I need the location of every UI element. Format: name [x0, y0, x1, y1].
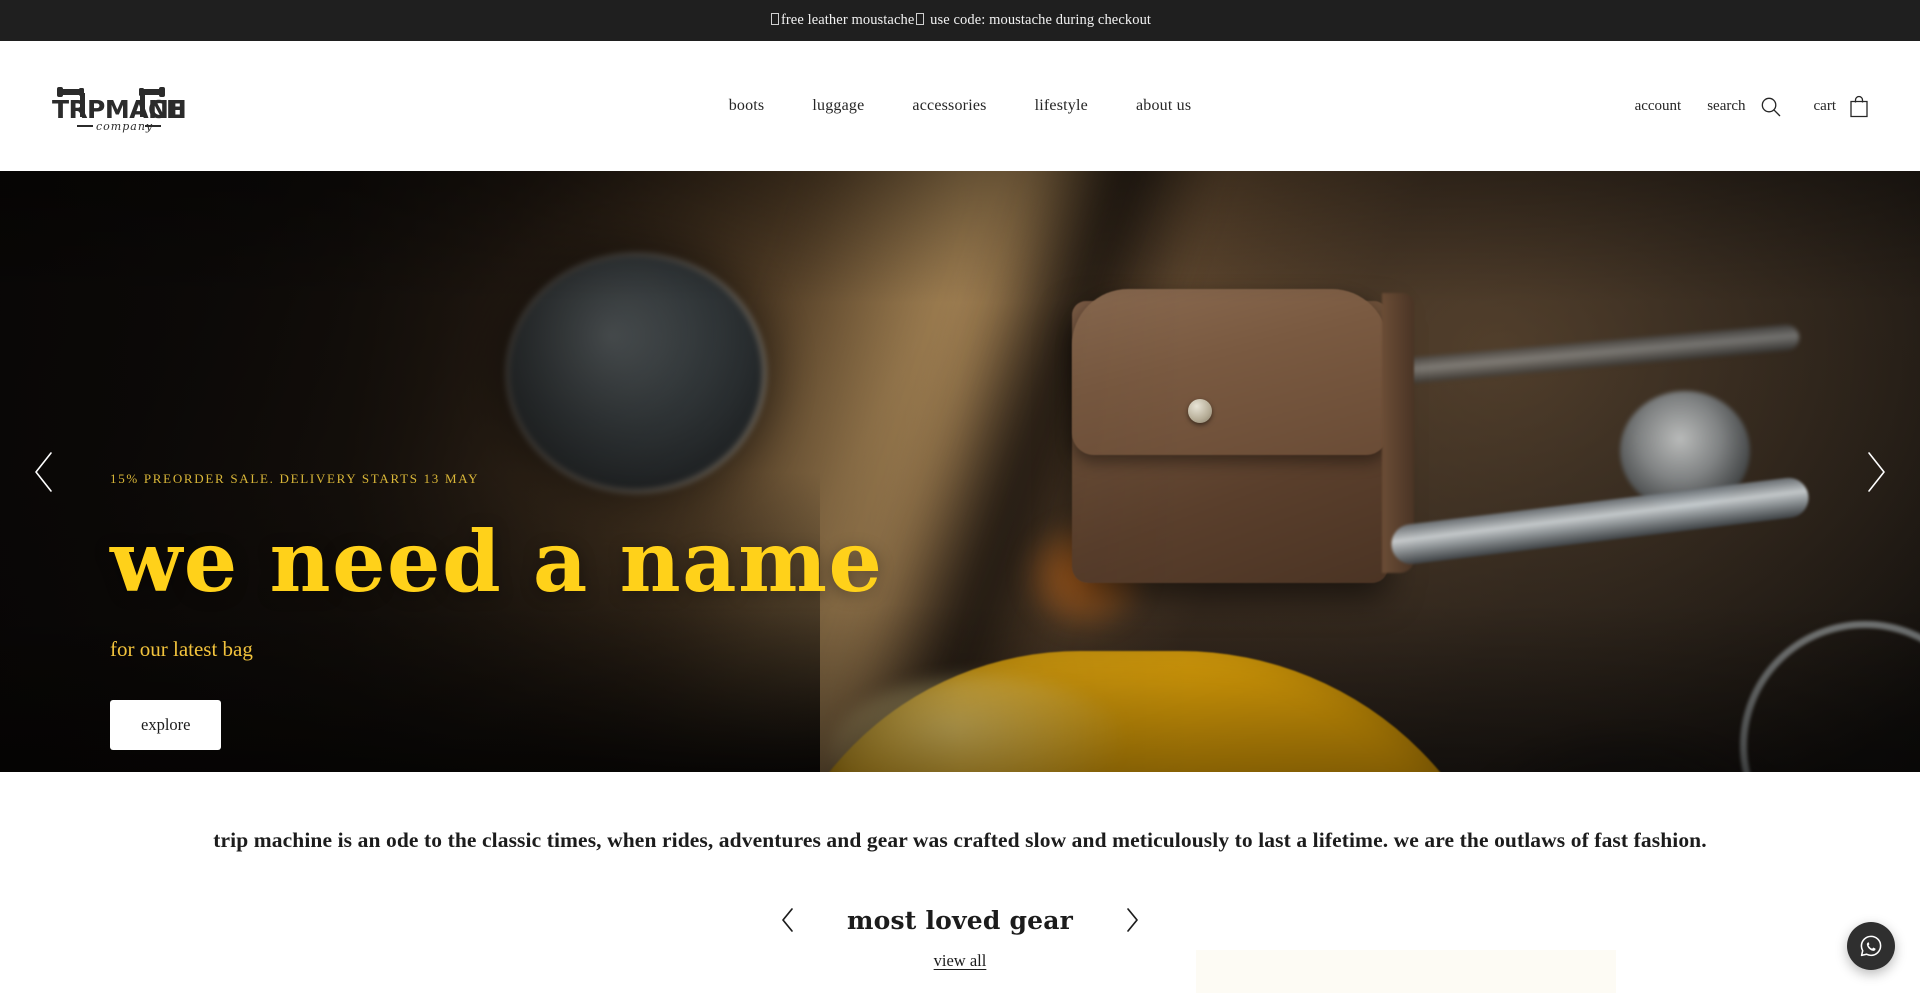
- logo-icon: TR PMACH NE company: [52, 87, 187, 133]
- site-header: TR PMACH NE company boots luggage access…: [0, 41, 1920, 171]
- announcement-text: free leather moustache use code: moustac…: [769, 12, 1151, 29]
- account-link[interactable]: account: [1635, 98, 1682, 115]
- svg-text:company: company: [96, 120, 153, 133]
- product-card[interactable]: [1196, 950, 1616, 993]
- nav-item-about-us[interactable]: about us: [1112, 97, 1215, 115]
- brand-tagline: trip machine is an ode to the classic ti…: [213, 828, 1707, 852]
- shopping-bag-icon[interactable]: [1842, 89, 1876, 123]
- whatsapp-icon: [1860, 935, 1882, 957]
- search-link[interactable]: search: [1707, 98, 1745, 115]
- nav-item-lifestyle[interactable]: lifestyle: [1011, 97, 1112, 115]
- most-loved-prev-button[interactable]: [773, 905, 803, 935]
- chevron-right-icon: [1127, 908, 1138, 932]
- site-logo[interactable]: TR PMACH NE company: [44, 77, 192, 135]
- hero-next-button[interactable]: [1848, 444, 1904, 500]
- missing-glyph-icon: [770, 13, 779, 25]
- svg-text:TR: TR: [52, 95, 88, 124]
- hero-prev-button[interactable]: [16, 444, 72, 500]
- hero-carousel: 15% PREORDER SALE. DELIVERY STARTS 13 MA…: [0, 171, 1920, 772]
- hero-content: 15% PREORDER SALE. DELIVERY STARTS 13 MA…: [110, 471, 883, 750]
- page-root: free leather moustache use code: moustac…: [0, 0, 1920, 993]
- most-loved-title: most loved gear: [847, 905, 1073, 935]
- hero-explore-button[interactable]: explore: [110, 699, 222, 750]
- nav-item-luggage[interactable]: luggage: [788, 97, 888, 115]
- hero-eyebrow: 15% PREORDER SALE. DELIVERY STARTS 13 MA…: [110, 471, 480, 486]
- most-loved-next-button[interactable]: [1117, 905, 1147, 935]
- search-icon[interactable]: [1754, 89, 1788, 123]
- announcement-text-before: free leather moustache: [780, 12, 915, 28]
- hero-subtitle: for our latest bag: [110, 636, 253, 661]
- nav-item-accessories[interactable]: accessories: [888, 97, 1010, 115]
- svg-text:NE: NE: [148, 95, 185, 124]
- cart-link[interactable]: cart: [1814, 98, 1836, 115]
- most-loved-header: most loved gear: [0, 905, 1920, 935]
- chevron-left-icon: [35, 451, 52, 492]
- header-actions: account search cart: [1635, 89, 1876, 123]
- nav-item-boots[interactable]: boots: [705, 97, 789, 115]
- chevron-left-icon: [782, 908, 793, 932]
- announcement-bar: free leather moustache use code: moustac…: [0, 0, 1920, 41]
- hero-title: we need a name: [110, 512, 884, 611]
- product-carousel: [0, 950, 1920, 993]
- chevron-right-icon: [1868, 451, 1885, 492]
- missing-glyph-icon: [916, 13, 925, 25]
- announcement-text-after: use code: moustache during checkout: [926, 12, 1152, 28]
- brand-tagline-section: trip machine is an ode to the classic ti…: [0, 772, 1920, 853]
- whatsapp-button[interactable]: [1847, 922, 1895, 970]
- main-navigation: boots luggage accessories lifestyle abou…: [705, 97, 1216, 115]
